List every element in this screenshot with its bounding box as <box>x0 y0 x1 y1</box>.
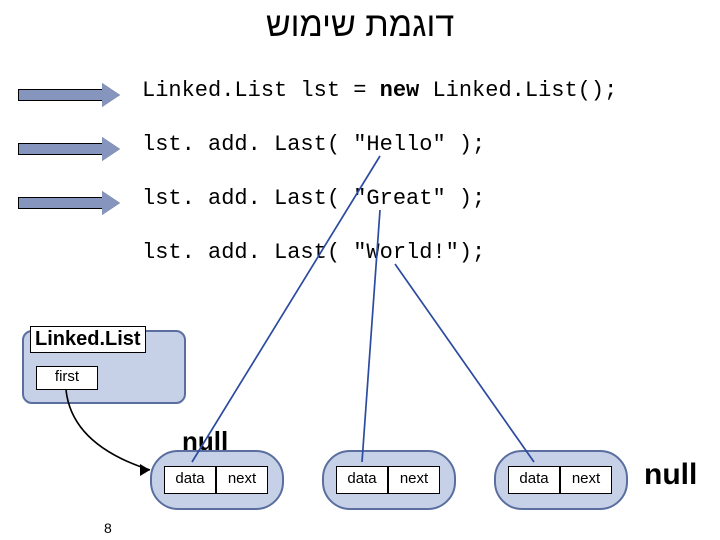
code-line-2: lst. add. Last( "Hello" ); <box>142 132 485 157</box>
code-line-1: Linked.List lst = new Linked.List(); <box>142 78 617 103</box>
slide-title: דוגמת שימוש <box>0 6 720 45</box>
linkedlist-type-label: Linked.List <box>30 326 146 353</box>
code-line-4: lst. add. Last( "World!"); <box>142 240 485 265</box>
node-data-cell: data <box>336 466 388 494</box>
list-node: data next <box>494 450 628 510</box>
page-number: 8 <box>104 520 112 536</box>
list-node: data next <box>150 450 284 510</box>
node-next-cell: next <box>560 466 612 494</box>
node-data-cell: data <box>508 466 560 494</box>
arrow-icon <box>18 138 120 160</box>
arrow-icon <box>18 192 120 214</box>
first-field: first <box>36 366 98 390</box>
node-next-cell: next <box>216 466 268 494</box>
arrow-icon <box>18 84 120 106</box>
code-line-3: lst. add. Last( "Great" ); <box>142 186 485 211</box>
end-null: null <box>644 458 697 492</box>
node-data-cell: data <box>164 466 216 494</box>
node-next-cell: next <box>388 466 440 494</box>
list-node: data next <box>322 450 456 510</box>
